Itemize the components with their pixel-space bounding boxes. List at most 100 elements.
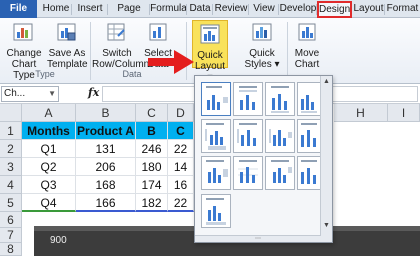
scroll-up-icon[interactable]: ▲ [321,76,332,87]
cell-c2[interactable]: 246 [136,140,168,158]
quick-layout-button[interactable]: Quick Layout ▾ [192,20,228,83]
cell-a1[interactable]: Months [22,122,76,140]
column-header-a[interactable]: A [22,104,76,122]
cell-d2[interactable]: 22 [168,140,194,158]
row-header-7[interactable]: 7 [0,228,22,243]
switch-row-column-icon [107,23,125,41]
ribbon-tabs: File Home Insert Page Lay Formula Data R… [0,0,420,30]
layout-4-icon [301,95,317,113]
layout-1-icon [206,86,228,110]
layout-option-6[interactable] [233,119,263,153]
change-chart-type-label-1: Change [6,48,42,59]
layout-option-1[interactable] [201,82,231,116]
cell-a4[interactable]: Q3 [22,176,76,194]
row-header-1[interactable]: 1 [0,122,22,140]
row-header-4[interactable]: 4 [0,176,22,194]
quick-layout-label-1: Quick [197,50,223,61]
gallery-resize-handle[interactable]: ⋯ [195,235,321,242]
tab-formulas[interactable]: Formula [150,1,187,18]
row-header-3[interactable]: 3 [0,158,22,176]
quick-styles-icon [252,23,272,41]
red-arrow-icon [148,50,194,74]
column-header-h[interactable]: H [334,104,388,122]
tab-home[interactable]: Home [40,1,72,18]
name-box[interactable]: Ch... ▼ [1,86,59,102]
cell-b2[interactable]: 131 [76,140,136,158]
column-header-b[interactable]: B [76,104,136,122]
layout-8-icon [301,123,317,147]
layout-7-icon [269,129,292,146]
quick-layout-gallery: ▲ ▼ ⋯ [194,75,333,243]
move-chart-label-2: Chart [294,59,320,70]
move-chart-button[interactable]: Move Chart [292,21,322,70]
layout-option-3[interactable] [265,82,295,116]
quick-styles-label-2: Styles ▾ [244,59,280,70]
tab-design[interactable]: Design [317,1,352,18]
fx-icon[interactable]: fx [88,86,99,99]
layout-option-7[interactable] [265,119,295,153]
move-chart-label-1: Move [294,48,320,59]
layout-option-11[interactable] [265,156,295,190]
layout-option-10[interactable] [233,156,263,190]
cell-a3[interactable]: Q2 [22,158,76,176]
layout-option-4[interactable] [297,82,321,116]
layout-12-icon [301,160,317,184]
layout-5-icon [205,123,226,150]
tab-insert[interactable]: Insert [72,1,108,18]
tab-review[interactable]: Review [213,1,249,18]
group-divider [90,22,91,80]
move-chart-icon [298,23,316,41]
switch-row-column-button[interactable]: Switch Row/Column [92,21,149,70]
change-chart-type-icon [13,23,33,41]
column-header-d[interactable]: D [168,104,194,122]
chevron-down-icon[interactable]: ▼ [48,87,56,101]
tab-view[interactable]: View [249,1,279,18]
cell-a5[interactable]: Q4 [22,194,76,212]
cell-b5[interactable]: 166 [76,194,136,212]
cell-c1[interactable]: B [136,122,168,140]
cell-c4[interactable]: 174 [136,176,168,194]
cell-b4[interactable]: 168 [76,176,136,194]
tab-format[interactable]: Format [385,1,420,18]
row-header-6[interactable]: 6 [0,212,22,228]
layout-option-13[interactable] [201,194,231,228]
layout-2-icon [239,86,257,110]
save-as-template-button[interactable]: Save As Template [47,21,88,70]
cell-d5[interactable]: 22 [168,194,194,212]
layout-option-12[interactable] [297,156,321,190]
select-all-corner[interactable] [0,104,22,122]
layout-10-icon [238,160,258,183]
cell-b3[interactable]: 206 [76,158,136,176]
cell-d4[interactable]: 16 [168,176,194,194]
gallery-scrollbar[interactable]: ▲ ▼ [320,76,332,242]
row-header-2[interactable]: 2 [0,140,22,158]
column-header-i[interactable]: I [388,104,420,122]
layout-option-8[interactable] [297,119,321,153]
quick-styles-label-1: Quick [249,48,275,59]
cell-d3[interactable]: 14 [168,158,194,176]
layout-option-9[interactable] [201,156,231,190]
tab-file[interactable]: File [0,0,37,18]
tab-data[interactable]: Data [187,1,213,18]
layout-option-5[interactable] [201,119,231,153]
cell-b1[interactable]: Product A [76,122,136,140]
tab-page-layout[interactable]: Page Lay [108,1,150,30]
cell-c3[interactable]: 180 [136,158,168,176]
quick-styles-button[interactable]: Quick Styles ▾ [244,21,280,70]
tab-developer[interactable]: Develop [279,1,317,18]
cell-a2[interactable]: Q1 [22,140,76,158]
quick-layout-icon [200,24,220,44]
save-as-template-label-1: Save As [48,48,86,59]
cell-c5[interactable]: 182 [136,194,168,212]
layout-11-icon [271,160,292,183]
column-header-c[interactable]: C [136,104,168,122]
cell-d1[interactable]: C [168,122,194,140]
scroll-down-icon[interactable]: ▼ [321,220,332,231]
tab-layout[interactable]: Layout [352,1,385,18]
group-type-label: Type [35,69,55,79]
row-header-5[interactable]: 5 [0,194,22,212]
layout-option-2[interactable] [233,82,263,116]
name-box-value: Ch... [4,88,26,99]
row-header-8[interactable]: 8 [0,243,22,256]
select-data-icon [149,23,167,41]
